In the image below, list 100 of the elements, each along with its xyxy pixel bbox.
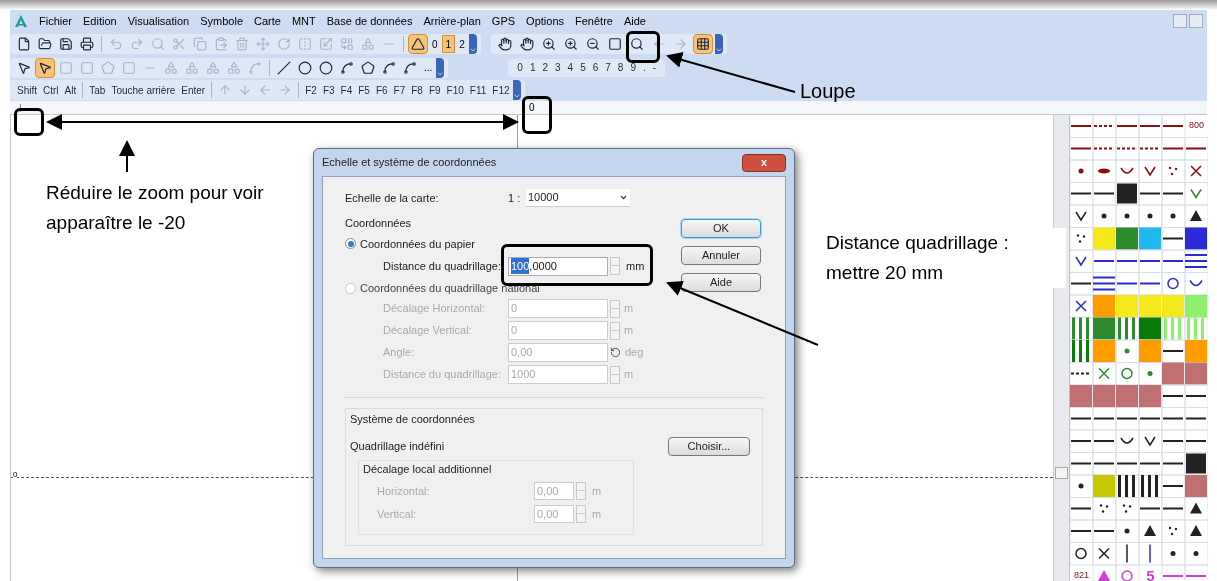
annotation-text: Distance quadrillage : mettre 20 mm	[826, 228, 1066, 288]
menu-item[interactable]: Symbole	[200, 12, 243, 30]
rotate-icon	[610, 347, 621, 358]
grid-status-text: Quadrillage indéfini	[350, 439, 445, 455]
group-label: Décalage local additionnel	[363, 463, 492, 475]
more-button[interactable]: ...	[421, 60, 436, 75]
keypad-key[interactable]: 1	[526, 58, 539, 77]
field-label: Distance du quadrillage:	[383, 258, 503, 274]
unit-label: m	[592, 483, 602, 499]
field-label: Distance du quadrillage:	[383, 367, 503, 383]
annotation-text: Loupe	[800, 79, 856, 104]
menu-item[interactable]: Visualisation	[127, 12, 190, 30]
keypad-key[interactable]: 2	[539, 58, 552, 77]
grid-button[interactable]	[692, 34, 713, 54]
level-button[interactable]: 1	[441, 35, 456, 53]
group-label: Coordonnées	[345, 217, 412, 229]
selected-text: 100	[511, 257, 530, 275]
annotation-text: Réduire le zoom pour voir apparaître le -20	[46, 181, 265, 235]
app-logo-icon	[14, 14, 28, 28]
key-button[interactable]: Ctrl	[40, 81, 62, 99]
menu-item[interactable]: Arrière-plan	[423, 12, 481, 30]
dialog-button[interactable]: Aide	[681, 273, 761, 292]
key-button[interactable]: F11	[466, 81, 490, 99]
unit-label: m	[624, 367, 634, 383]
keypad-key[interactable]: 7	[602, 58, 614, 77]
toolbar-chevron-icon	[468, 34, 477, 54]
key-button[interactable]: Tab	[86, 81, 109, 99]
highlight-frame	[626, 31, 660, 63]
minimize-icon	[1173, 14, 1187, 28]
keypad-key[interactable]: -	[649, 58, 660, 77]
radio-button[interactable]	[345, 238, 356, 250]
field-label: Angle:	[383, 345, 416, 361]
menu-item[interactable]: Edition	[83, 12, 117, 30]
keypad-key[interactable]: 4	[564, 58, 577, 77]
field-label: Horizontal:	[377, 483, 431, 499]
menu-item[interactable]: GPS	[491, 12, 516, 30]
menu-item[interactable]: Aide	[623, 12, 646, 30]
level-button[interactable]: 0	[429, 35, 441, 53]
choose-button[interactable]: Choisir...	[668, 437, 750, 456]
radio-button[interactable]	[345, 282, 356, 294]
close-button[interactable]: x	[742, 153, 786, 172]
restore-icon	[1189, 14, 1203, 28]
key-button[interactable]: F2	[302, 81, 320, 99]
radio-label: Coordonnées du papier	[360, 236, 475, 252]
unit-label: m	[624, 323, 634, 339]
unit-label: deg	[625, 345, 644, 361]
keypad-key[interactable]: 3	[552, 58, 564, 77]
key-button[interactable]: Shift	[14, 81, 40, 99]
key-button[interactable]: Alt	[61, 81, 80, 99]
grid-distance-input[interactable]: 100,0000	[508, 256, 608, 276]
key-button[interactable]: F9	[425, 81, 444, 99]
key-button[interactable]: F3	[319, 81, 338, 99]
menu-item[interactable]: Fichier	[39, 12, 72, 30]
key-button[interactable]: F12	[489, 81, 513, 99]
key-button[interactable]: F7	[390, 81, 409, 99]
toolbar-chevron-icon	[436, 57, 445, 78]
keypad-key[interactable]: 5	[577, 58, 589, 77]
spin-buttons[interactable]	[576, 482, 586, 500]
highlight-frame	[14, 108, 44, 136]
keypad-key[interactable]: 9	[627, 58, 639, 77]
field-label: Décalage Horizontal:	[383, 301, 487, 317]
key-button[interactable]: F6	[372, 81, 391, 99]
scale-dropdown[interactable]: 10000	[526, 189, 630, 207]
symbol-label: 800	[1188, 119, 1205, 133]
key-button[interactable]: F4	[337, 81, 356, 99]
keypad-key[interactable]: 6	[589, 58, 602, 77]
spin-buttons[interactable]	[610, 321, 620, 340]
dialog-button[interactable]: Annuler	[681, 246, 761, 265]
menu-item[interactable]: Options	[526, 12, 564, 30]
mode-button[interactable]	[408, 34, 428, 54]
key-button[interactable]: F5	[355, 81, 373, 99]
edit-point-button[interactable]	[35, 57, 55, 78]
scroll-thumb[interactable]	[1055, 467, 1068, 479]
spin-buttons[interactable]	[610, 257, 620, 275]
ruler-tick-icon	[20, 103, 21, 112]
key-button[interactable]: F8	[408, 81, 426, 99]
menu-item[interactable]: MNT	[291, 12, 316, 30]
dialog-button[interactable]: OK	[681, 219, 761, 238]
unit-label: m	[624, 301, 634, 317]
symbol-label: 821	[1073, 569, 1090, 581]
spin-buttons[interactable]	[576, 505, 586, 523]
keypad-key[interactable]: .	[639, 58, 649, 77]
keypad-key[interactable]: 0	[514, 58, 526, 77]
key-button[interactable]: Enter	[178, 81, 209, 99]
highlight-frame	[522, 96, 552, 134]
menu-item[interactable]: Base de données	[326, 12, 413, 30]
toolbar-chevron-icon	[714, 34, 723, 54]
menu-item[interactable]: Fenêtre	[575, 12, 613, 30]
unit-label: mm	[626, 258, 645, 274]
callout-arrow	[119, 140, 135, 173]
unit-label: m	[592, 506, 602, 522]
menu-item[interactable]: Carte	[254, 12, 281, 30]
spin-buttons[interactable]	[610, 365, 620, 384]
keypad-key[interactable]: 8	[614, 58, 627, 77]
spin-buttons[interactable]	[610, 299, 620, 318]
level-button[interactable]: 2	[456, 35, 468, 53]
key-button[interactable]: F10	[443, 81, 467, 99]
key-button[interactable]: Touche arrière	[108, 81, 179, 99]
ruler-label: 0	[529, 101, 535, 115]
symbol-label: 5	[1145, 565, 1156, 581]
